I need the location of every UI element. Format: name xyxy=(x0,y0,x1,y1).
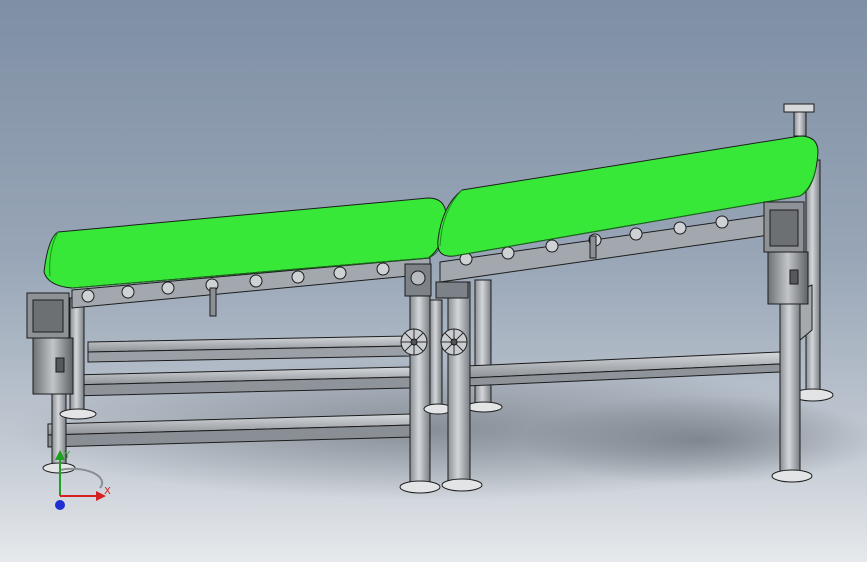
foot-pad xyxy=(465,401,503,413)
right-leg-front-mid xyxy=(447,281,471,483)
right-bracket xyxy=(589,235,597,259)
foot-pad xyxy=(59,408,97,420)
axis-label-x: X xyxy=(104,486,111,497)
left-motor[interactable] xyxy=(26,292,74,395)
left-motor-body xyxy=(32,337,74,395)
foot-pad xyxy=(399,480,441,494)
right-drive-plate xyxy=(435,281,469,299)
foot-pad xyxy=(441,478,483,492)
cad-viewport[interactable]: Y X xyxy=(0,0,867,562)
right-motor[interactable] xyxy=(763,201,809,305)
right-motor-body xyxy=(767,251,809,305)
left-bracket xyxy=(209,287,217,317)
left-leg-front xyxy=(409,274,431,486)
foot-pad xyxy=(771,469,813,483)
right-leg-mid-rear xyxy=(474,279,492,407)
axis-label-y: Y xyxy=(63,450,71,461)
